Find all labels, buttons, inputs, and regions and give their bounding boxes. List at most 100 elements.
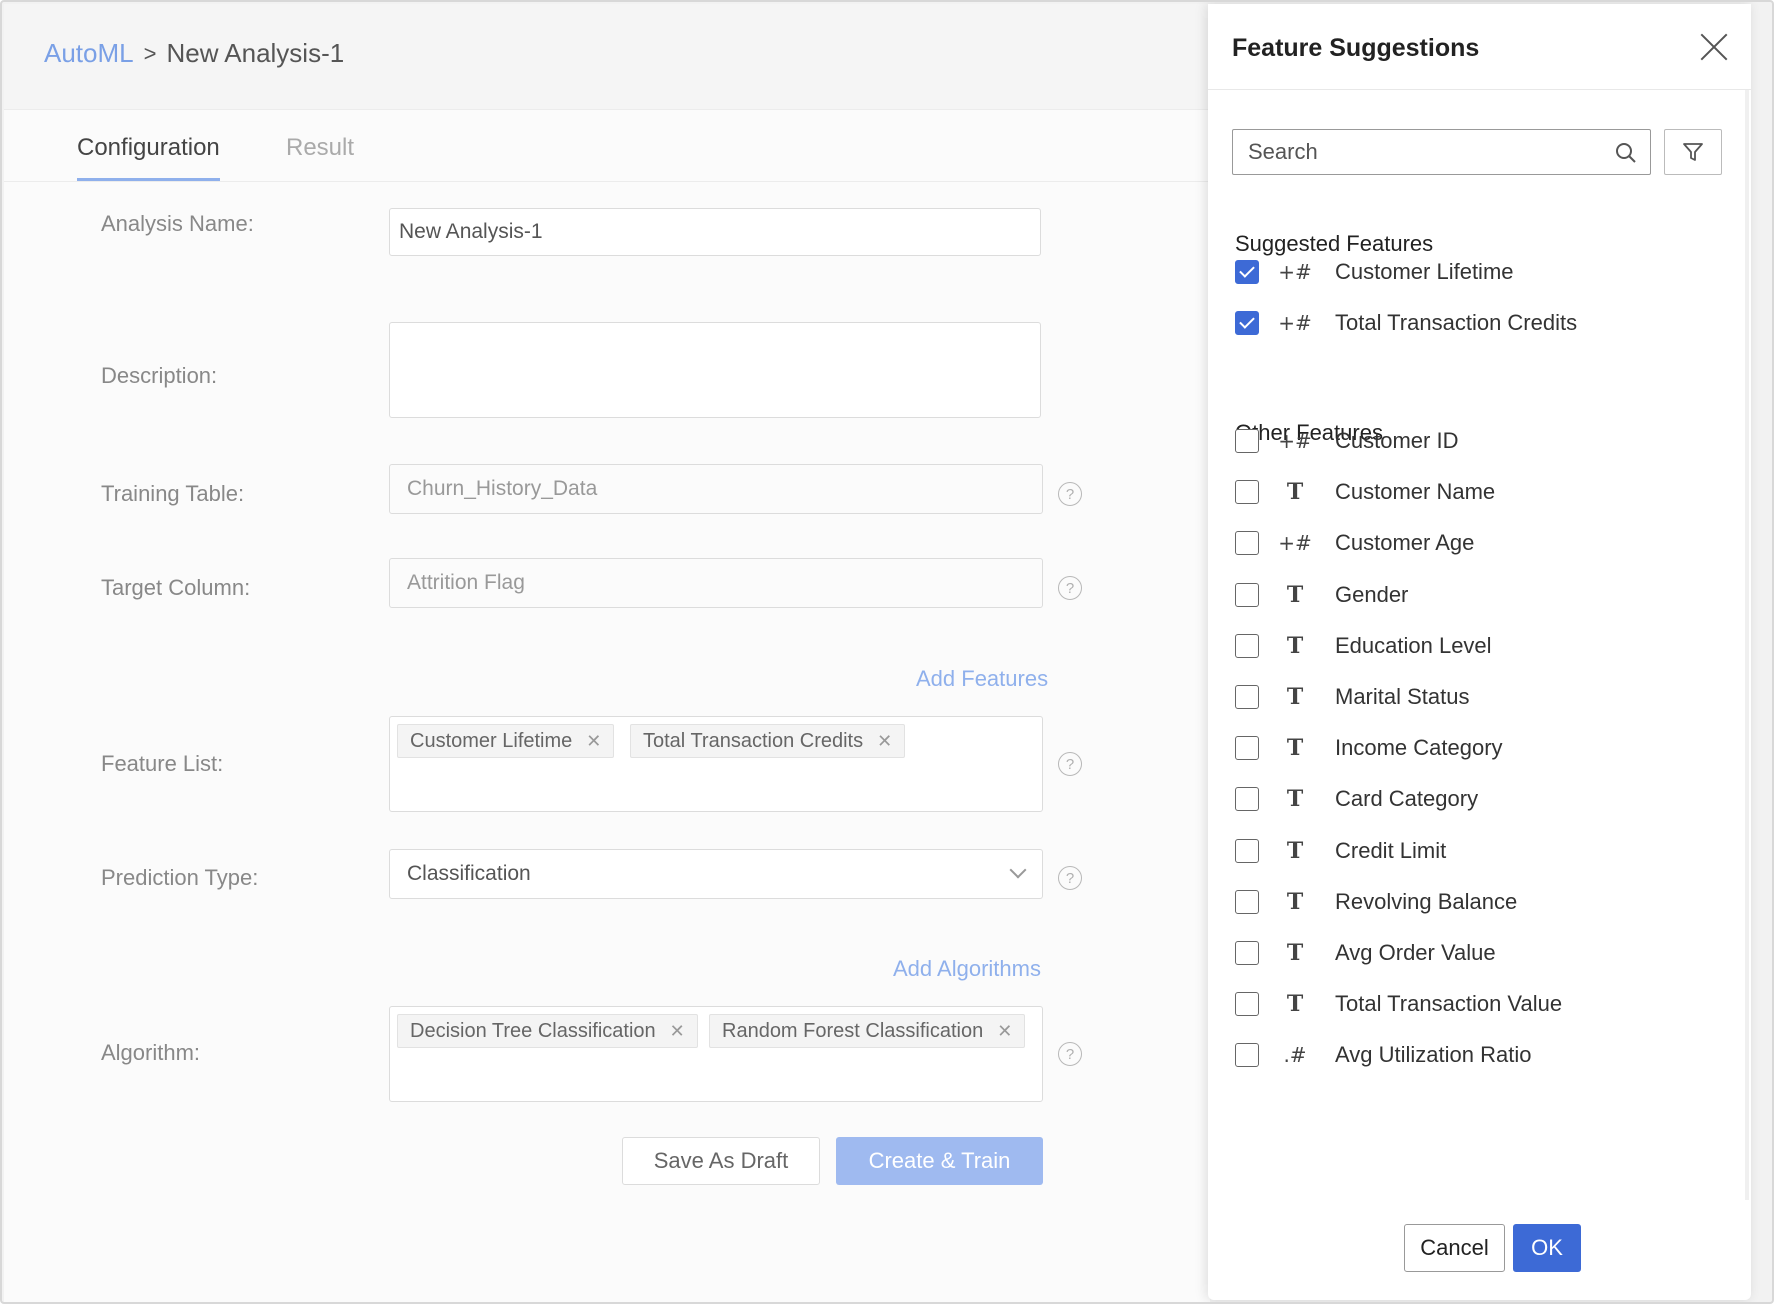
analysis-name-label: Analysis Name: bbox=[101, 211, 254, 236]
checkbox[interactable] bbox=[1235, 889, 1259, 914]
feature-row[interactable]: +# Customer Age bbox=[1235, 528, 1715, 558]
training-table-label: Training Table: bbox=[101, 481, 245, 506]
analysis-name-input[interactable]: New Analysis-1 bbox=[389, 208, 1041, 256]
text-type-icon: T bbox=[1286, 991, 1304, 1018]
scrollbar[interactable] bbox=[1745, 90, 1749, 1200]
checkbox[interactable] bbox=[1235, 941, 1259, 965]
description-textarea[interactable] bbox=[389, 322, 1041, 418]
text-type-icon: T bbox=[1286, 735, 1304, 762]
feature-list-label: Feature List: bbox=[101, 751, 224, 776]
checkbox[interactable] bbox=[1235, 480, 1259, 505]
breadcrumb-automl-link[interactable]: AutoML bbox=[44, 38, 134, 69]
training-table-help-icon[interactable]: ? bbox=[1058, 482, 1082, 506]
feature-row[interactable]: T Income Category bbox=[1235, 733, 1715, 763]
number-type-icon: .# bbox=[1283, 1043, 1307, 1068]
feature-row[interactable]: T Avg Order Value bbox=[1235, 938, 1715, 968]
feature-row[interactable]: +# Customer Lifetime bbox=[1235, 257, 1715, 287]
feature-label: Total Transaction Value bbox=[1335, 991, 1563, 1017]
feature-label: Avg Utilization Ratio bbox=[1335, 1042, 1532, 1068]
text-type-icon: T bbox=[1286, 786, 1304, 813]
checkbox[interactable] bbox=[1235, 582, 1259, 607]
save-as-draft-button[interactable]: Save As Draft bbox=[622, 1137, 820, 1185]
checkbox[interactable] bbox=[1235, 429, 1259, 453]
feature-tag-label: Customer Lifetime bbox=[410, 729, 573, 752]
top-bar: AutoML > New Analysis-1 bbox=[4, 4, 1210, 110]
number-type-icon: +# bbox=[1278, 311, 1312, 335]
feature-label: Gender bbox=[1335, 581, 1409, 607]
feature-label: Avg Order Value bbox=[1335, 940, 1496, 965]
add-features-link[interactable]: Add Features bbox=[916, 666, 1048, 692]
feature-label: Customer Lifetime bbox=[1335, 259, 1514, 284]
feature-label: Education Level bbox=[1335, 632, 1492, 658]
panel-body: Search Suggested Features +# Customer Lif… bbox=[1208, 90, 1751, 1200]
feature-list-box[interactable]: Customer Lifetime ✕ Total Transaction Cr… bbox=[389, 716, 1043, 812]
search-input[interactable]: Search bbox=[1232, 129, 1651, 175]
feature-row[interactable]: .# Avg Utilization Ratio bbox=[1235, 1040, 1715, 1070]
algorithm-tag-label: Decision Tree Classification bbox=[410, 1019, 656, 1042]
search-icon bbox=[1616, 143, 1636, 163]
number-type-icon: +# bbox=[1278, 429, 1312, 453]
panel-header: Feature Suggestions bbox=[1208, 4, 1751, 90]
feature-row[interactable]: T Customer Name bbox=[1235, 477, 1715, 507]
algorithm-label: Algorithm: bbox=[101, 1040, 201, 1065]
algorithm-tag: Decision Tree Classification ✕ bbox=[397, 1014, 698, 1048]
feature-label: Marital Status bbox=[1335, 684, 1470, 709]
filter-icon bbox=[1683, 143, 1703, 161]
prediction-type-select[interactable]: Classification bbox=[389, 849, 1043, 899]
feature-tag-label: Total Transaction Credits bbox=[643, 729, 864, 752]
number-type-icon: +# bbox=[1278, 531, 1312, 556]
feature-label: Customer Age bbox=[1335, 530, 1475, 556]
checkbox-checked[interactable] bbox=[1235, 260, 1259, 284]
checkbox[interactable] bbox=[1235, 531, 1259, 556]
close-icon[interactable] bbox=[1699, 32, 1729, 62]
remove-tag-icon[interactable]: ✕ bbox=[997, 1021, 1012, 1042]
feature-label: Income Category bbox=[1335, 735, 1503, 761]
target-column-field: Attrition Flag bbox=[389, 558, 1043, 608]
feature-suggestions-panel: Feature Suggestions Search Suggested Fea… bbox=[1208, 4, 1751, 1300]
feature-row[interactable]: T Marital Status bbox=[1235, 682, 1715, 712]
feature-list-help-icon[interactable]: ? bbox=[1058, 752, 1082, 776]
add-algorithms-link[interactable]: Add Algorithms bbox=[893, 956, 1041, 982]
analysis-name-value: New Analysis-1 bbox=[399, 220, 543, 243]
checkbox[interactable] bbox=[1235, 787, 1259, 812]
feature-row[interactable]: T Revolving Balance bbox=[1235, 887, 1715, 917]
tab-result[interactable]: Result bbox=[286, 134, 354, 162]
create-and-train-button[interactable]: Create & Train bbox=[836, 1137, 1043, 1185]
feature-tag: Total Transaction Credits ✕ bbox=[630, 724, 906, 758]
feature-row[interactable]: +# Total Transaction Credits bbox=[1235, 308, 1715, 338]
ok-button[interactable]: OK bbox=[1513, 1224, 1581, 1272]
feature-row[interactable]: +# Customer ID bbox=[1235, 426, 1715, 456]
tab-configuration[interactable]: Configuration bbox=[77, 134, 220, 181]
prediction-type-help-icon[interactable]: ? bbox=[1058, 866, 1082, 890]
target-column-help-icon[interactable]: ? bbox=[1058, 576, 1082, 600]
algorithm-box[interactable]: Decision Tree Classification ✕ Random Fo… bbox=[389, 1006, 1043, 1102]
panel-title: Feature Suggestions bbox=[1232, 34, 1480, 62]
checkbox[interactable] bbox=[1235, 685, 1259, 709]
feature-row[interactable]: T Gender bbox=[1235, 580, 1715, 610]
checkbox-checked[interactable] bbox=[1235, 311, 1259, 335]
search-placeholder: Search bbox=[1248, 139, 1318, 164]
number-type-icon: +# bbox=[1278, 260, 1312, 284]
feature-row[interactable]: T Education Level bbox=[1235, 631, 1715, 661]
remove-tag-icon[interactable]: ✕ bbox=[877, 731, 892, 752]
remove-tag-icon[interactable]: ✕ bbox=[670, 1021, 685, 1042]
chevron-down-icon bbox=[1009, 861, 1027, 879]
feature-row[interactable]: T Card Category bbox=[1235, 784, 1715, 814]
text-type-icon: T bbox=[1286, 479, 1304, 506]
algorithm-help-icon[interactable]: ? bbox=[1058, 1042, 1082, 1066]
remove-tag-icon[interactable]: ✕ bbox=[586, 731, 601, 752]
checkbox[interactable] bbox=[1235, 992, 1259, 1017]
cancel-button[interactable]: Cancel bbox=[1404, 1224, 1505, 1272]
checkbox[interactable] bbox=[1235, 1043, 1259, 1068]
checkbox[interactable] bbox=[1235, 736, 1259, 761]
feature-row[interactable]: T Credit Limit bbox=[1235, 836, 1715, 866]
breadcrumb-separator: > bbox=[143, 40, 157, 66]
feature-row[interactable]: T Total Transaction Value bbox=[1235, 989, 1715, 1019]
main-area: AutoML > New Analysis-1 Configuration Re… bbox=[4, 4, 1210, 1302]
checkbox[interactable] bbox=[1235, 633, 1259, 658]
text-type-icon: T bbox=[1286, 581, 1304, 608]
filter-button[interactable] bbox=[1664, 129, 1722, 175]
text-type-icon: T bbox=[1286, 888, 1304, 915]
prediction-type-value: Classification bbox=[407, 862, 531, 885]
checkbox[interactable] bbox=[1235, 838, 1259, 863]
